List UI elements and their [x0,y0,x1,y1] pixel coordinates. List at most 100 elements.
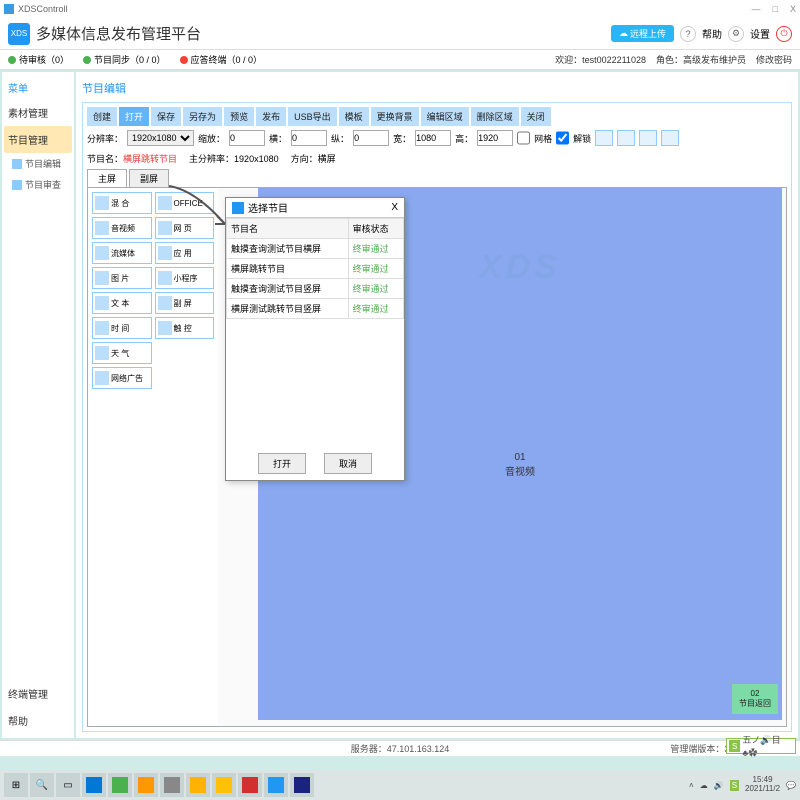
tray-icon[interactable]: ☁ [700,781,708,790]
tray-chevron-icon[interactable]: ˄ [689,781,694,790]
toolbar-模板[interactable]: 模板 [339,107,369,126]
dialog-close-icon[interactable]: X [391,202,398,213]
info-line: 节目名：横屏跳转节目 主分辨率：1920x1080 方向：横屏 [87,150,787,167]
palette-时间[interactable]: 时 间 [92,317,152,339]
palette-OFFICE[interactable]: OFFICE [155,192,215,214]
search-icon[interactable]: 🔍 [30,773,54,797]
settings-button[interactable]: ⚙ [728,26,744,42]
unlock-checkbox[interactable] [556,130,569,146]
toolbar-保存[interactable]: 保存 [151,107,181,126]
power-button[interactable]: ⏻ [776,26,792,42]
help-label[interactable]: 帮助 [702,26,722,41]
sidebar-sub-review[interactable]: 节目审查 [4,174,72,195]
app-icon[interactable] [290,773,314,797]
widget-icon [95,296,109,310]
settings-label[interactable]: 设置 [750,26,770,41]
palette-天气[interactable]: 天 气 [92,342,152,364]
align-left-icon[interactable] [595,130,613,146]
toolbar-编辑区域[interactable]: 编辑区域 [421,107,469,126]
app-small-icon [4,4,14,14]
toolbar-预览[interactable]: 预览 [224,107,254,126]
tab-sub-screen[interactable]: 副屏 [129,169,169,187]
sidebar-item-program[interactable]: 节目管理 [4,126,72,153]
w-input[interactable] [415,130,451,146]
app-header: XDS 多媒体信息发布管理平台 ☁远程上传 ? 帮助 ⚙ 设置 ⏻ [0,18,800,50]
table-row[interactable]: 横屏测试跳转节目竖屏终审通过 [227,299,404,319]
start-button[interactable]: ⊞ [4,773,28,797]
toolbar-删除区域[interactable]: 删除区域 [471,107,519,126]
zoom-input[interactable] [229,130,265,146]
sidebar-item-help[interactable]: 帮助 [4,707,72,734]
change-password-link[interactable]: 修改密码 [756,53,792,66]
status-sync[interactable]: 节目同步（0 / 0） [83,53,166,66]
align-right-icon[interactable] [639,130,657,146]
toolbar-更换背景[interactable]: 更换背景 [371,107,419,126]
toolbar-关闭[interactable]: 关闭 [521,107,551,126]
app-icon[interactable] [82,773,106,797]
sidebar-item-terminal[interactable]: 终端管理 [4,680,72,707]
table-row[interactable]: 横屏跳转节目终审通过 [227,259,404,279]
server-ip: 47.101.163.124 [387,744,450,754]
taskbar-clock[interactable]: 15:492021/11/2 [745,776,780,794]
align-top-icon[interactable] [661,130,679,146]
palette-触控[interactable]: 触 控 [155,317,215,339]
dialog-cancel-button[interactable]: 取消 [324,453,372,474]
palette-应用[interactable]: 应 用 [155,242,215,264]
toolbar-创建[interactable]: 创建 [87,107,117,126]
tray-icon[interactable]: 🔊 [714,781,724,790]
widget-palette: 混 合OFFICE音视频网 页流媒体应 用图 片小程序文 本副 屏时 间触 控天… [88,188,218,726]
app-icon[interactable] [238,773,262,797]
toolbar-打开[interactable]: 打开 [119,107,149,126]
grid-checkbox[interactable] [517,130,530,146]
program-name: 横屏跳转节目 [123,154,177,164]
window-close-icon[interactable]: X [790,4,796,14]
window-titlebar: XDSControll — □ X [0,0,800,18]
tab-main-screen[interactable]: 主屏 [87,169,127,187]
widget-icon [95,221,109,235]
canvas-widget-return[interactable]: 02节目返回 [732,684,778,714]
palette-图片[interactable]: 图 片 [92,267,152,289]
top-input[interactable] [353,130,389,146]
app-icon[interactable] [212,773,236,797]
palette-网页[interactable]: 网 页 [155,217,215,239]
palette-小程序[interactable]: 小程序 [155,267,215,289]
app-icon[interactable] [108,773,132,797]
app-icon[interactable] [186,773,210,797]
notification-icon[interactable]: 💬 [786,781,796,790]
app-icon[interactable] [134,773,158,797]
align-center-icon[interactable] [617,130,635,146]
palette-网络广告[interactable]: 网络广告 [92,367,152,389]
status-pending[interactable]: 待审核（0） [8,53,69,66]
tray-ime-icon[interactable]: S [730,780,739,791]
sidebar-sub-edit[interactable]: 节目编辑 [4,153,72,174]
toolbar-另存为[interactable]: 另存为 [183,107,222,126]
table-row[interactable]: 触摸查询测试节目横屏终审通过 [227,239,404,259]
sidebar-item-material[interactable]: 素材管理 [4,99,72,126]
toolbar-USB导出[interactable]: USB导出 [288,107,337,126]
select-program-dialog: 选择节目 X 节目名审核状态 触摸查询测试节目横屏终审通过横屏跳转节目终审通过触… [225,197,405,481]
palette-副屏[interactable]: 副 屏 [155,292,215,314]
ime-toolbar[interactable]: S 五ノ🔊目♣✿ [726,738,796,754]
app-icon[interactable] [160,773,184,797]
remote-upload-button[interactable]: ☁远程上传 [611,25,674,42]
dialog-open-button[interactable]: 打开 [258,453,306,474]
widget-icon [95,346,109,360]
h-input[interactable] [477,130,513,146]
canvas-widget-audio[interactable]: 01音视频 [505,452,535,478]
toolbar-发布[interactable]: 发布 [256,107,286,126]
palette-音视频[interactable]: 音视频 [92,217,152,239]
table-row[interactable]: 触摸查询测试节目竖屏终审通过 [227,279,404,299]
palette-文本[interactable]: 文 本 [92,292,152,314]
res-select[interactable]: 1920x1080 [127,130,194,146]
window-min-icon[interactable]: — [752,4,761,14]
help-button[interactable]: ? [680,26,696,42]
left-input[interactable] [291,130,327,146]
taskview-icon[interactable]: ▭ [56,773,80,797]
palette-混合[interactable]: 混 合 [92,192,152,214]
status-terminal[interactable]: 应答终端（0 / 0） [180,53,263,66]
app-icon[interactable] [264,773,288,797]
palette-流媒体[interactable]: 流媒体 [92,242,152,264]
window-max-icon[interactable]: □ [773,4,778,14]
page-title: 节目编辑 [82,78,792,102]
widget-icon [95,271,109,285]
